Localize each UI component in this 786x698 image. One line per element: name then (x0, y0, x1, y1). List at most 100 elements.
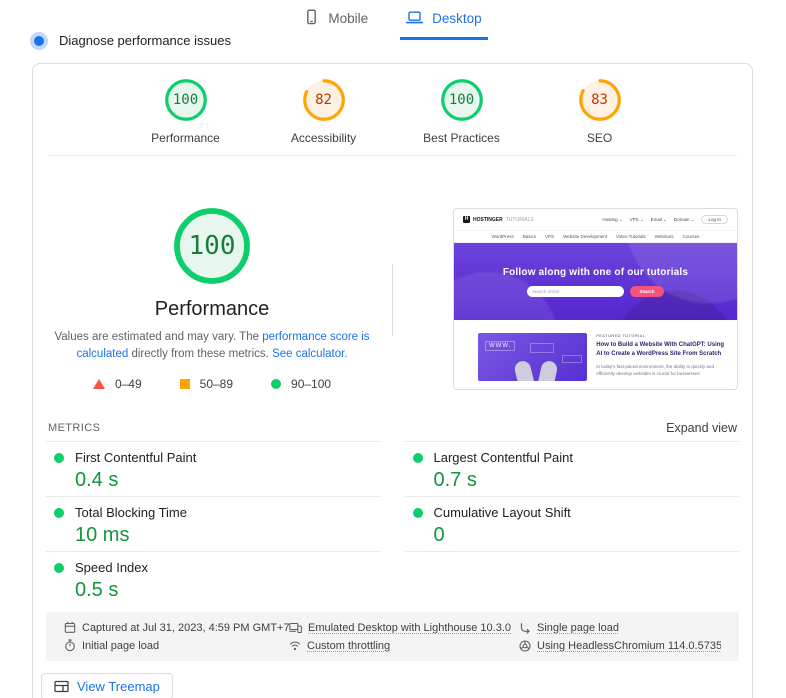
thumb-image-text: WWW. (485, 341, 515, 351)
metric-name: First Contentful Paint (75, 450, 196, 465)
average-square-icon (180, 379, 190, 389)
metric-status-dot (54, 563, 64, 573)
runtime-captured: Captured at Jul 31, 2023, 4:59 PM GMT+7 (64, 621, 289, 634)
metrics-header: METRICS Expand view (46, 414, 739, 441)
thumb-login-button: Log In (701, 215, 728, 224)
thumb-nav-item: VPS ⌄ (630, 217, 644, 223)
thumb-nav-item: Domain ⌄ (674, 217, 695, 223)
calendar-icon (64, 621, 76, 634)
tab-desktop[interactable]: Desktop (400, 0, 488, 40)
score-gauge-best-practices[interactable]: 100 Best Practices (416, 78, 508, 145)
runtime-throttling-text[interactable]: Custom throttling (307, 640, 390, 652)
metrics-heading: METRICS (48, 422, 100, 434)
runtime-chromium-text[interactable]: Using HeadlessChromium 114.0.5735.179 wi… (537, 640, 721, 652)
metric-name: Speed Index (75, 560, 148, 575)
metric-value: 0.4 s (75, 469, 375, 492)
thumb-hero-banner: Follow along with one of our tutorials S… (454, 243, 737, 320)
thumb-brand-suffix: TUTORIALS (506, 217, 534, 223)
metric-value: 0.5 s (75, 579, 375, 602)
score-gauge-performance[interactable]: 100 Performance (140, 78, 232, 145)
stopwatch-icon (64, 639, 76, 652)
legend-range: 90–100 (291, 377, 331, 391)
metrics-section: METRICS Expand view First Contentful Pai… (33, 414, 752, 607)
fail-triangle-icon (93, 379, 105, 389)
thumb-sub-nav: WordPress Basics VPS Website Development… (454, 230, 737, 243)
thumb-featured-title: How to Build a Website With ChatGPT: Usi… (596, 341, 727, 360)
runtime-emulated-text[interactable]: Emulated Desktop with Lighthouse 10.3.0 (308, 622, 511, 634)
emulated-device-icon (289, 622, 302, 634)
metrics-column-right: Largest Contentful Paint 0.7 s Cumulativ… (405, 441, 740, 607)
score-label: Accessibility (278, 131, 370, 145)
score-label: Best Practices (416, 131, 508, 145)
thumb-subnav-item: Courses (683, 234, 700, 239)
runtime-settings-bar: Captured at Jul 31, 2023, 4:59 PM GMT+7 … (46, 612, 739, 661)
tab-mobile[interactable]: Mobile (298, 0, 374, 40)
runtime-chromium: Using HeadlessChromium 114.0.5735.179 wi… (519, 639, 721, 652)
page-screenshot-thumbnail[interactable]: H HOSTINGER TUTORIALS Hosting ⌄ VPS ⌄ Em… (453, 208, 738, 390)
metric-cumulative-layout-shift[interactable]: Cumulative Layout Shift 0 (405, 497, 740, 552)
thumb-brand: HOSTINGER (473, 217, 503, 223)
performance-description: Values are estimated and may vary. The p… (42, 329, 382, 362)
thumb-search-input: Search article (527, 286, 624, 297)
treemap-icon (54, 680, 69, 693)
thumb-subnav-item: Video Tutorials (616, 234, 646, 239)
metric-speed-index[interactable]: Speed Index 0.5 s (46, 552, 381, 607)
performance-summary: 100 Performance Values are estimated and… (33, 156, 391, 391)
hostinger-logo-icon: H (463, 216, 470, 223)
metric-name: Total Blocking Time (75, 505, 187, 520)
thumb-subnav-item: Webinars (655, 234, 674, 239)
diagnose-performance-option[interactable]: Diagnose performance issues (31, 33, 231, 48)
metric-status-dot (413, 508, 423, 518)
thumb-featured-eyebrow: FEATURED TUTORIAL (596, 333, 727, 338)
thumb-subnav-item: Website Development (563, 234, 607, 239)
thumb-featured-text: FEATURED TUTORIAL How to Build a Website… (596, 333, 727, 381)
runtime-throttling: Custom throttling (289, 639, 519, 652)
score-legend: 0–49 50–89 90–100 (33, 377, 391, 391)
metric-value: 0 (434, 524, 734, 547)
view-treemap-button[interactable]: View Treemap (41, 673, 173, 698)
radio-selected-icon[interactable] (34, 36, 44, 46)
legend-good: 90–100 (271, 377, 331, 391)
score-gauge-seo[interactable]: 83 SEO (554, 78, 646, 145)
metric-status-dot (54, 508, 64, 518)
thumb-hero-title: Follow along with one of our tutorials (503, 267, 688, 278)
score-value: 100 (440, 78, 484, 122)
legend-average: 50–89 (180, 377, 233, 391)
performance-score-value: 100 (172, 206, 252, 286)
metric-name: Cumulative Layout Shift (434, 505, 571, 520)
metric-value: 10 ms (75, 524, 375, 547)
thumb-featured-section: WWW. FEATURED TUTORIAL How to Build a We… (454, 320, 737, 381)
thumb-site-header: H HOSTINGER TUTORIALS Hosting ⌄ VPS ⌄ Em… (454, 209, 737, 230)
hand-shape (513, 359, 535, 381)
thumb-search-row: Search article Search (527, 286, 664, 297)
thumb-search-button: Search (630, 286, 664, 297)
legend-range: 0–49 (115, 377, 142, 391)
thumb-featured-body: In today's fast-paced environment, the a… (596, 363, 727, 377)
metric-largest-contentful-paint[interactable]: Largest Contentful Paint 0.7 s (405, 442, 740, 497)
thumb-nav-item: Hosting ⌄ (602, 217, 622, 223)
runtime-initial-load-text: Initial page load (82, 640, 159, 652)
page-load-icon (519, 622, 531, 634)
metric-first-contentful-paint[interactable]: First Contentful Paint 0.4 s (46, 442, 381, 497)
score-value: 83 (578, 78, 622, 122)
performance-section-title: Performance (33, 298, 391, 321)
thumb-featured-image: WWW. (478, 333, 587, 381)
expand-view-toggle[interactable]: Expand view (666, 421, 737, 435)
chromium-icon (519, 640, 531, 652)
metric-value: 0.7 s (434, 469, 734, 492)
metric-total-blocking-time[interactable]: Total Blocking Time 10 ms (46, 497, 381, 552)
runtime-captured-text: Captured at Jul 31, 2023, 4:59 PM GMT+7 (82, 622, 289, 634)
vertical-divider (392, 264, 393, 336)
thumb-subnav-item: WordPress (492, 234, 514, 239)
category-scores-row: 100 Performance 82 Accessibility 100 (33, 64, 752, 155)
throttling-icon (289, 640, 301, 651)
performance-main-gauge[interactable]: 100 (172, 206, 252, 286)
score-gauge-accessibility[interactable]: 82 Accessibility (278, 78, 370, 145)
runtime-single-page-text[interactable]: Single page load (537, 622, 619, 634)
legend-range: 50–89 (200, 377, 233, 391)
diagnose-label: Diagnose performance issues (59, 33, 231, 48)
tab-mobile-label: Mobile (328, 11, 368, 26)
see-calculator-link[interactable]: See calculator. (272, 348, 347, 360)
metrics-column-left: First Contentful Paint 0.4 s Total Block… (46, 441, 381, 607)
metrics-grid: First Contentful Paint 0.4 s Total Block… (46, 441, 739, 607)
